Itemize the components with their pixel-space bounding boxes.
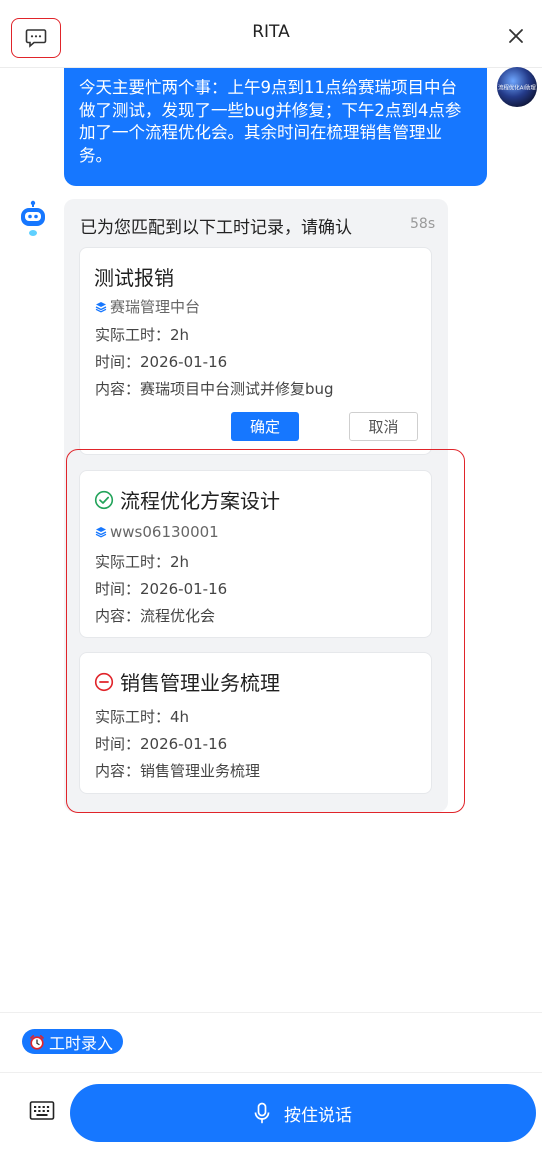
keyboard-icon: [29, 1101, 55, 1120]
talk-label: 按住说话: [284, 1105, 352, 1126]
layers-icon: [95, 301, 107, 313]
confirm-button[interactable]: 确定: [231, 412, 299, 441]
avatar[interactable]: 流程优化AI助理: [497, 67, 537, 107]
keyboard-toggle-button[interactable]: [29, 1100, 55, 1122]
worklog-date: 时间：2026-01-16: [95, 353, 228, 371]
microphone-icon: [254, 1102, 270, 1124]
worklog-card: 测试报销 赛瑞管理中台 实际工时：2h 时间：2026-01-16 内容：赛瑞项…: [79, 247, 432, 455]
highlight-frame: [66, 449, 465, 813]
tag-label: 工时录入: [49, 1033, 114, 1053]
top-bar: RITA: [0, 0, 542, 68]
page-title: RITA: [252, 22, 290, 42]
bot-reply-header: 已为您匹配到以下工时记录，请确认: [80, 218, 352, 238]
close-icon: [509, 29, 523, 43]
project-name: 赛瑞管理中台: [110, 298, 201, 316]
worklog-project: 赛瑞管理中台: [95, 296, 200, 317]
worklog-hours: 实际工时：2h: [95, 326, 190, 344]
avatar-text: 流程优化AI助理: [498, 84, 536, 92]
push-to-talk-button[interactable]: 按住说话: [70, 1084, 536, 1142]
close-button[interactable]: [502, 22, 530, 50]
robot-icon: [21, 200, 45, 236]
worklog-title: 测试报销: [94, 266, 174, 290]
worklog-entry-tag[interactable]: 工时录入: [22, 1029, 124, 1054]
cancel-button[interactable]: 取消: [349, 412, 418, 441]
alarm-clock-icon: [30, 1034, 44, 1050]
user-message-bubble: 今天主要忙两个事：上午9点到11点给赛瑞项目中台做了测试，发现了一些bug并修复…: [64, 68, 487, 186]
worklog-content: 内容：赛瑞项目中台测试并修复bug: [95, 380, 334, 398]
elapsed-time: 58s: [410, 216, 436, 232]
